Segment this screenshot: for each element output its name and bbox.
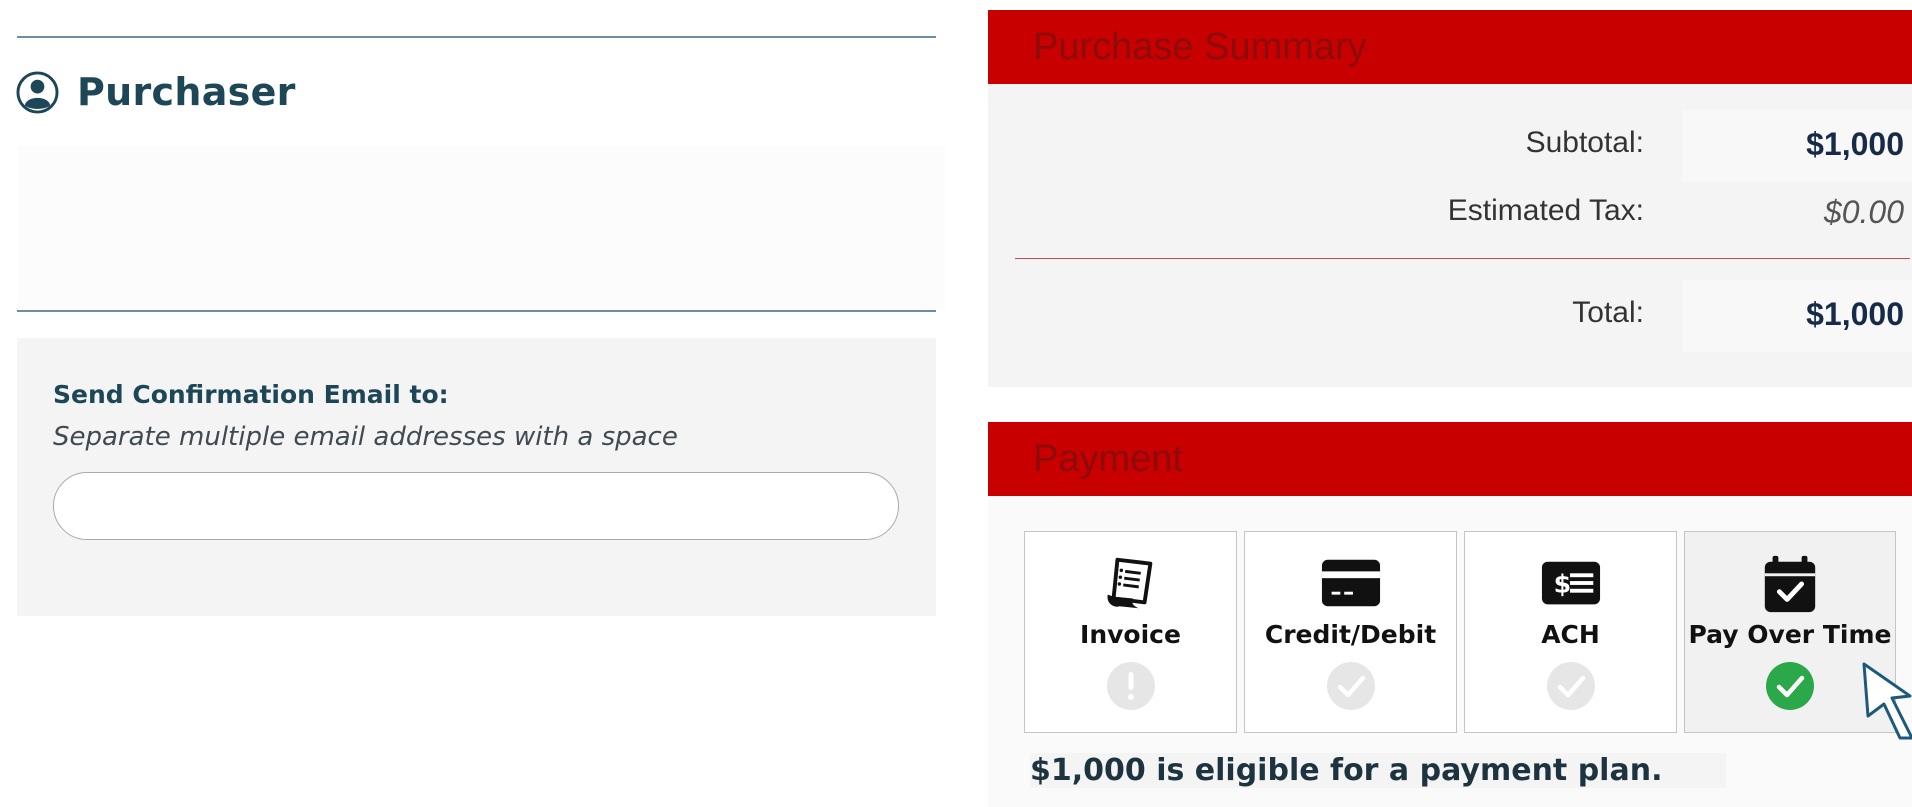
summary-total-divider [1015,258,1910,259]
confirmation-email-label: Send Confirmation Email to: [53,380,449,409]
subtotal-cell: $1,000 [1682,110,1912,182]
tax-label: Estimated Tax: [1447,194,1644,227]
purchaser-top-divider [17,36,936,38]
money-check-icon: $ [1541,561,1600,605]
payment-title: Payment [1033,438,1183,480]
receipt-icon [1106,557,1152,609]
confirmation-email-hint: Separate multiple email addresses with a… [53,422,678,452]
confirmation-email-section: Send Confirmation Email to: Separate mul… [17,338,936,616]
purchaser-bottom-divider [17,310,936,312]
payment-method-label: Pay Over Time [1688,620,1892,649]
credit-card-icon [1321,559,1380,607]
purchaser-header: Purchaser [16,70,296,114]
calendar-check-icon [1764,555,1816,613]
payment-plan-eligibility-message: $1,000 is eligible for a payment plan. [1030,753,1727,788]
payment-method-label: Credit/Debit [1264,620,1437,649]
total-label: Total: [1572,296,1644,329]
check-icon [1546,662,1595,710]
purchase-summary-header: Purchase Summary [988,10,1912,84]
payment-method-invoice[interactable]: Invoice [1024,531,1237,733]
svg-text:$: $ [1553,570,1571,599]
payment-method-ach[interactable]: $ ACH [1464,531,1677,733]
confirmation-email-input[interactable] [53,472,899,540]
total-cell: $1,000 [1682,280,1912,352]
check-icon [1326,662,1375,710]
purchaser-title: Purchaser [77,70,296,114]
purchase-summary-title: Purchase Summary [1033,26,1367,68]
payment-method-credit-debit[interactable]: Credit/Debit [1244,531,1457,733]
payment-method-label: Invoice [1080,620,1181,649]
total-value: $1,000 [1806,296,1904,332]
exclamation-icon [1106,662,1155,710]
tax-value: $0.00 [1823,194,1904,230]
subtotal-value: $1,000 [1806,126,1904,162]
check-icon [1766,662,1814,710]
mouse-pointer-icon [1862,662,1912,740]
payment-header: Payment [988,422,1912,496]
payment-method-label: ACH [1541,620,1600,649]
tax-cell: $0.00 [1682,178,1912,250]
subtotal-label: Subtotal: [1525,126,1644,159]
person-circle-icon [16,70,59,114]
purchase-summary-body: Subtotal: $1,000 Estimated Tax: $0.00 To… [988,84,1912,387]
purchaser-details-area [17,146,945,310]
